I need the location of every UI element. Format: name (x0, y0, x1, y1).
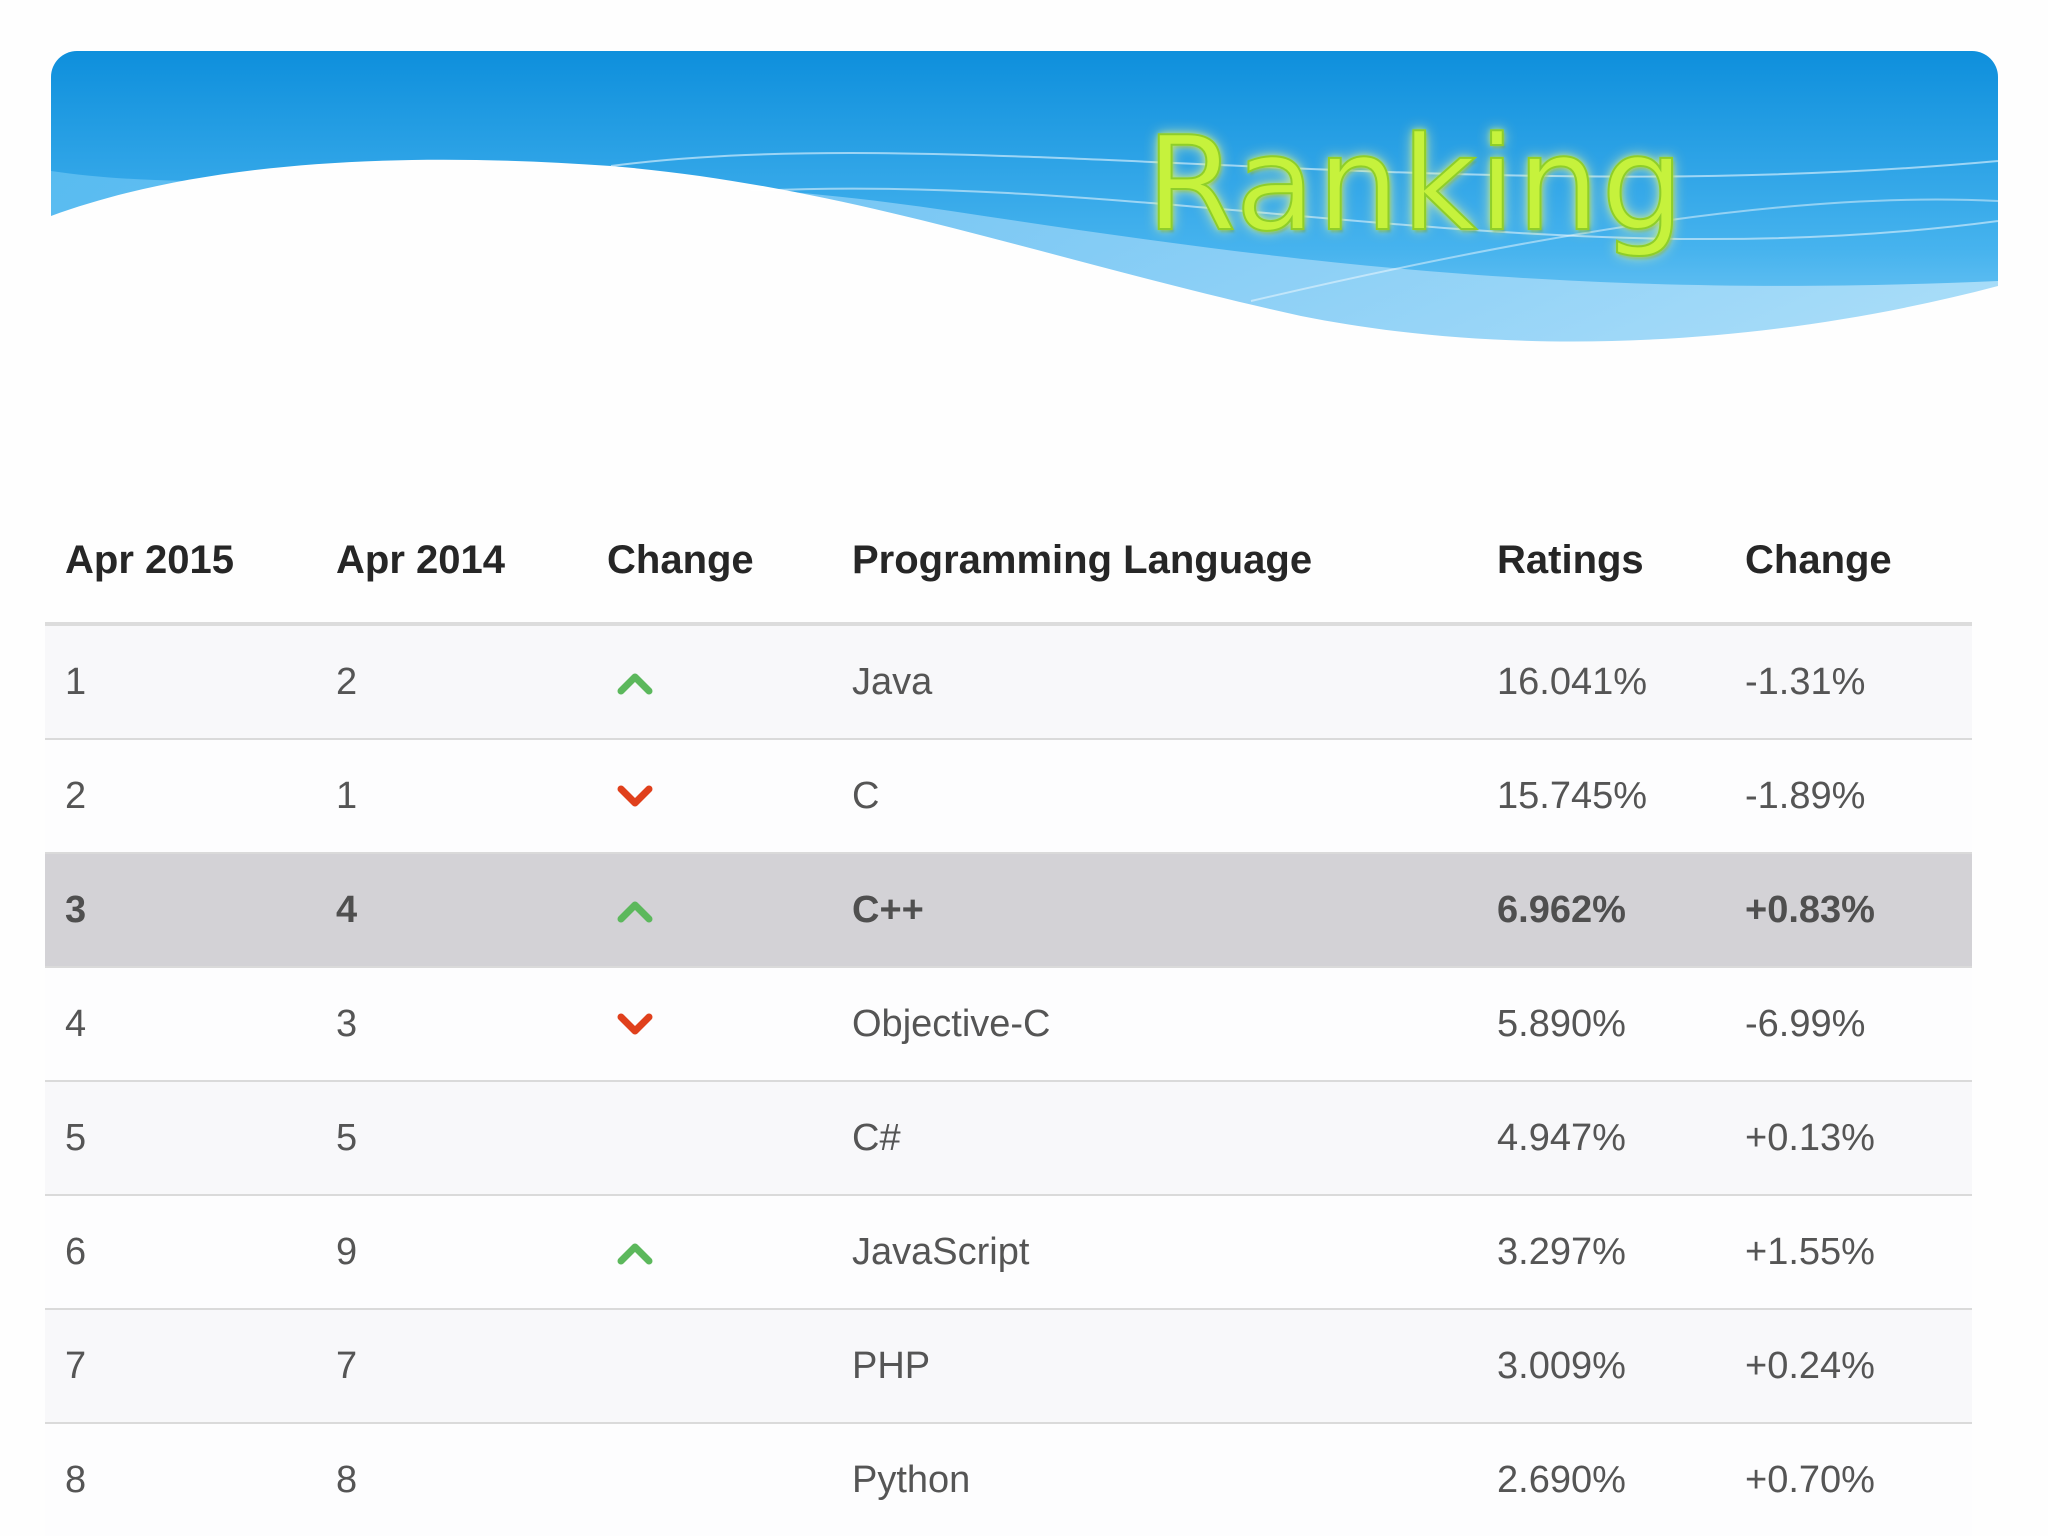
rank-2014-cell: 9 (316, 1195, 587, 1310)
language-cell: Objective-C (832, 967, 1477, 1082)
table-row: 6 9 JavaScript 3.297% +1.55% (45, 1195, 1972, 1310)
rating-change-cell: -1.31% (1725, 624, 1972, 740)
rank-2014-cell: 3 (316, 967, 587, 1082)
trend-cell (587, 853, 832, 968)
rank-2014-cell: 5 (316, 1081, 587, 1196)
table-body: 1 2 Java 16.041% -1.31% 2 1 C 15.745% -1.89% 3 4 C++… (45, 624, 1972, 1536)
slide-title: Ranking (1145, 108, 1686, 260)
rank-2014-cell: 4 (316, 853, 587, 968)
table-row: 2 1 C 15.745% -1.89% (45, 739, 1972, 854)
rating-change-cell: +0.83% (1725, 853, 1972, 968)
rank-2014-cell: 1 (316, 739, 587, 854)
trend-cell (587, 739, 832, 854)
trend-cell (587, 1195, 832, 1310)
rating-cell: 16.041% (1477, 624, 1725, 740)
rating-change-cell: -1.89% (1725, 739, 1972, 854)
language-cell: C# (832, 1081, 1477, 1196)
rank-2014-cell: 7 (316, 1309, 587, 1424)
table-row: 5 5 C# 4.947% +0.13% (45, 1081, 1972, 1196)
rating-cell: 4.947% (1477, 1081, 1725, 1196)
trend-cell (587, 1423, 832, 1536)
rating-change-cell: +1.55% (1725, 1195, 1972, 1310)
header-apr-2014: Apr 2014 (316, 498, 587, 626)
language-cell: Python (832, 1423, 1477, 1536)
rank-2014-cell: 8 (316, 1423, 587, 1536)
rating-cell: 3.009% (1477, 1309, 1725, 1424)
table-row: 1 2 Java 16.041% -1.31% (45, 624, 1972, 740)
rating-cell: 2.690% (1477, 1423, 1725, 1536)
down-arrow-icon (615, 1005, 655, 1045)
title-banner: Ranking (51, 51, 1998, 381)
rank-2015-cell: 4 (45, 967, 316, 1082)
language-cell: C (832, 739, 1477, 854)
language-cell: PHP (832, 1309, 1477, 1424)
table-header: Apr 2015 Apr 2014 Change Programming Lan… (45, 498, 1972, 626)
rating-change-cell: +0.24% (1725, 1309, 1972, 1424)
trend-cell (587, 967, 832, 1082)
header-apr-2015: Apr 2015 (45, 498, 316, 626)
up-arrow-icon (615, 891, 655, 931)
rank-2015-cell: 5 (45, 1081, 316, 1196)
rank-2015-cell: 2 (45, 739, 316, 854)
ranking-table-container: Apr 2015 Apr 2014 Change Programming Lan… (45, 498, 1972, 1536)
table-row: 3 4 C++ 6.962% +0.83% (45, 853, 1972, 968)
trend-cell (587, 1081, 832, 1196)
rank-2015-cell: 6 (45, 1195, 316, 1310)
rank-2014-cell: 2 (316, 624, 587, 740)
rating-cell: 5.890% (1477, 967, 1725, 1082)
header-change: Change (587, 498, 832, 626)
up-arrow-icon (615, 1233, 655, 1273)
header-ratings-change: Change (1725, 498, 1972, 626)
header-row: Apr 2015 Apr 2014 Change Programming Lan… (45, 498, 1972, 626)
ranking-table: Apr 2015 Apr 2014 Change Programming Lan… (45, 498, 1972, 1536)
down-arrow-icon (615, 777, 655, 817)
language-cell: JavaScript (832, 1195, 1477, 1310)
table-row: 7 7 PHP 3.009% +0.24% (45, 1309, 1972, 1424)
rating-cell: 3.297% (1477, 1195, 1725, 1310)
rank-2015-cell: 3 (45, 853, 316, 968)
trend-cell (587, 624, 832, 740)
language-cell: Java (832, 624, 1477, 740)
language-cell: C++ (832, 853, 1477, 968)
rank-2015-cell: 1 (45, 624, 316, 740)
wave-banner-graphic (51, 51, 1998, 381)
slide: Ranking Apr 2015 Apr 2014 Change Program… (0, 0, 2048, 1536)
rank-2015-cell: 8 (45, 1423, 316, 1536)
rating-change-cell: +0.70% (1725, 1423, 1972, 1536)
header-ratings: Ratings (1477, 498, 1725, 626)
rank-2015-cell: 7 (45, 1309, 316, 1424)
rating-change-cell: -6.99% (1725, 967, 1972, 1082)
rating-cell: 6.962% (1477, 853, 1725, 968)
table-row: 8 8 Python 2.690% +0.70% (45, 1423, 1972, 1536)
header-programming-language: Programming Language (832, 498, 1477, 626)
up-arrow-icon (615, 663, 655, 703)
rating-cell: 15.745% (1477, 739, 1725, 854)
table-row: 4 3 Objective-C 5.890% -6.99% (45, 967, 1972, 1082)
trend-cell (587, 1309, 832, 1424)
rating-change-cell: +0.13% (1725, 1081, 1972, 1196)
